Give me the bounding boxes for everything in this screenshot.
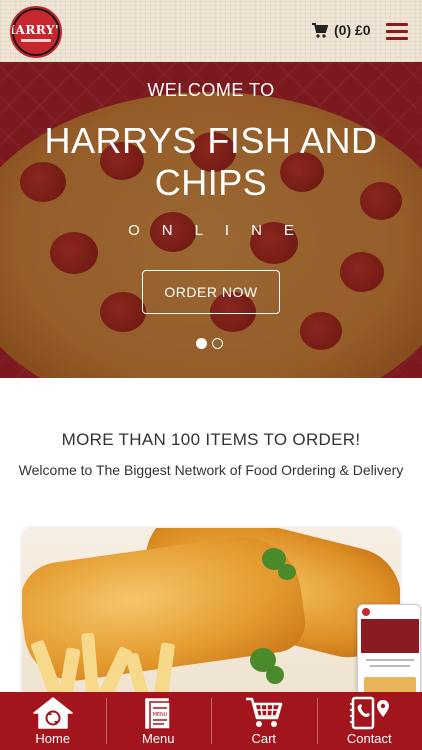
cart-icon [245, 697, 282, 727]
nav-home[interactable]: Home [0, 692, 106, 750]
nav-cart-label: Cart [251, 731, 277, 746]
bottom-navigation: Home MENU Menu Cart Contact [0, 692, 422, 750]
slider-dot-2[interactable] [212, 338, 223, 349]
header-cart[interactable]: (0) £0 [312, 22, 371, 38]
nav-home-label: Home [35, 731, 71, 746]
svg-text:MENU: MENU [153, 712, 168, 718]
section-subline: Welcome to The Biggest Network of Food O… [18, 462, 404, 478]
slider-dots [196, 338, 228, 349]
order-now-button[interactable]: ORDER NOW [142, 270, 280, 314]
app-header: HARRY'S (0) £0 [0, 0, 422, 62]
app-preview-thumbnail [357, 604, 421, 698]
nav-menu-label: Menu [141, 731, 175, 746]
nav-contact[interactable]: Contact [316, 692, 422, 750]
hamburger-menu-icon[interactable] [386, 23, 408, 41]
home-icon [33, 697, 73, 729]
hero-welcome-text: WELCOME TO [147, 80, 275, 100]
nav-cart[interactable]: Cart [211, 692, 317, 750]
cart-icon [312, 22, 328, 38]
menu-book-icon: MENU [145, 698, 171, 730]
section-headline: MORE THAN 100 ITEMS TO ORDER! [61, 430, 361, 449]
hero-title: HARRYS FISH AND CHIPS [44, 120, 378, 203]
fish-and-chips-image [22, 528, 400, 708]
nav-menu[interactable]: MENU Menu [105, 692, 212, 750]
nav-contact-label: Contact [346, 731, 392, 746]
contact-icon [350, 696, 390, 730]
cart-summary: (0) £0 [334, 22, 371, 38]
hero-banner: WELCOME TO HARRYS FISH AND CHIPS ONLINE … [0, 62, 422, 378]
harrys-logo[interactable]: HARRY'S [10, 6, 62, 58]
hero-subtitle: ONLINE [128, 222, 316, 239]
slider-dot-1[interactable] [196, 338, 207, 349]
logo-text: HARRY'S [12, 22, 60, 37]
